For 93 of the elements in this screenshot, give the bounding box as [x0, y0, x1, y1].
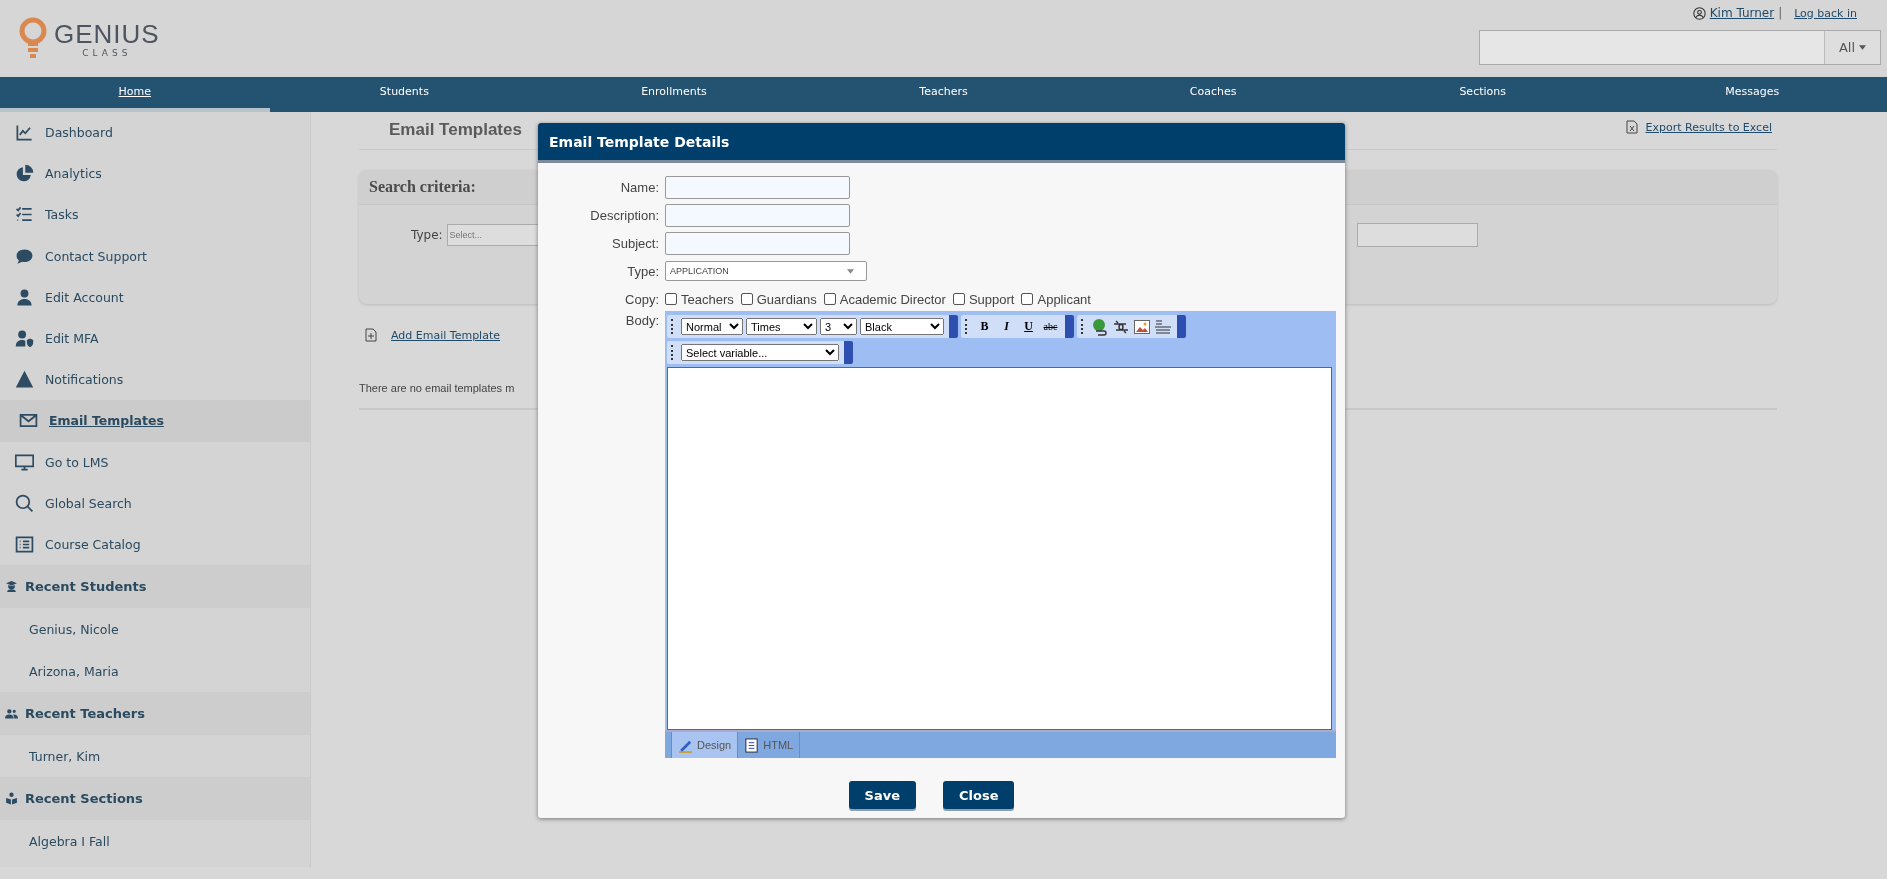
- nav-tab[interactable]: Enrollments: [539, 77, 809, 112]
- checkbox[interactable]: [952, 293, 965, 305]
- section-title: Recent Students: [25, 579, 147, 595]
- save-button[interactable]: Save: [848, 781, 916, 809]
- field-label: Description:: [589, 207, 660, 223]
- list-icon: [15, 534, 34, 554]
- editor-mode-tab[interactable]: Design: [671, 732, 739, 758]
- format-button[interactable]: B: [975, 317, 994, 336]
- recent-item-link[interactable]: Algebra I Fall: [0, 820, 310, 863]
- spreadsheet-file-icon: [1625, 120, 1638, 134]
- text-field[interactable]: [665, 231, 850, 255]
- format-select[interactable]: Black: [860, 318, 944, 335]
- text-field[interactable]: [665, 175, 850, 199]
- warning-icon: [15, 370, 34, 390]
- toolbar-overflow-handle[interactable]: [844, 341, 853, 364]
- sidebar-item[interactable]: Email Templates: [0, 400, 310, 442]
- sidebar-item[interactable]: Go to LMS: [0, 441, 310, 483]
- section-title: Recent Teachers: [25, 706, 145, 722]
- sidebar-item[interactable]: Notifications: [0, 359, 310, 401]
- sidebar-item[interactable]: Global Search: [0, 482, 310, 524]
- close-button[interactable]: Close: [942, 781, 1015, 809]
- nav-tab[interactable]: Teachers: [808, 77, 1079, 112]
- checkbox[interactable]: [665, 293, 677, 305]
- format-select[interactable]: Normal: [681, 318, 743, 335]
- sidebar-item[interactable]: Tasks: [0, 194, 310, 236]
- criteria-field[interactable]: [1356, 223, 1478, 247]
- nav-tab[interactable]: Sections: [1347, 77, 1618, 112]
- format-button[interactable]: abc: [1041, 317, 1060, 336]
- person-icon: [15, 287, 34, 307]
- type-label: Type:: [411, 228, 443, 242]
- recent-item-link[interactable]: Arizona, Maria: [0, 650, 310, 693]
- field-label: Name:: [619, 179, 660, 195]
- sidebar-item[interactable]: Contact Support: [0, 235, 310, 277]
- nav-tab[interactable]: Students: [269, 77, 540, 112]
- people-icon: [5, 707, 18, 721]
- checkbox-label: Academic Director: [839, 291, 946, 307]
- recent-item-link[interactable]: Genius, Nicole: [0, 608, 310, 651]
- add-file-icon: [365, 328, 377, 342]
- format-select[interactable]: Times: [746, 318, 817, 335]
- graduate-icon: [5, 580, 18, 594]
- type-dropdown[interactable]: APPLICATION: [665, 261, 867, 281]
- line-chart-icon: [15, 123, 34, 143]
- toolbar-overflow-handle[interactable]: [1065, 315, 1074, 338]
- checkbox-label: Support: [968, 291, 1015, 307]
- checkbox-label: Guardians: [756, 291, 817, 307]
- format-button[interactable]: I: [997, 317, 1016, 336]
- speech-bubble-icon: [15, 246, 34, 266]
- field-label: Copy:: [624, 291, 660, 307]
- section-title: Recent Sections: [25, 791, 143, 807]
- horizontal-rule-icon[interactable]: [1154, 317, 1172, 336]
- monitor-icon: [15, 452, 34, 472]
- toolbar-overflow-handle[interactable]: [1177, 315, 1186, 338]
- separator: |: [1778, 6, 1783, 20]
- sidebar-item[interactable]: Edit Account: [0, 276, 310, 318]
- field-label: Body:: [624, 313, 660, 328]
- sidebar-item[interactable]: Edit MFA: [0, 317, 310, 360]
- panel-title: Search criteria:: [369, 178, 476, 196]
- field-label: Subject:: [611, 235, 660, 251]
- nav-tab[interactable]: Messages: [1617, 77, 1887, 112]
- checkbox[interactable]: [823, 293, 836, 305]
- checkbox[interactable]: [740, 293, 753, 305]
- sidebar-item[interactable]: Course Catalog: [0, 523, 310, 566]
- variable-select[interactable]: Select variable...: [681, 344, 839, 361]
- text-field[interactable]: [665, 203, 850, 227]
- logo-name: GENIUS: [54, 19, 160, 48]
- caret-icon: [847, 268, 854, 274]
- page-title: Email Templates: [389, 120, 522, 141]
- user-name-link[interactable]: Kim Turner: [1709, 6, 1775, 20]
- modal-title: Email Template Details: [549, 133, 730, 150]
- person-book-icon: [5, 792, 18, 806]
- pie-chart-icon: [15, 164, 34, 184]
- export-link[interactable]: Export Results to Excel: [1645, 120, 1772, 134]
- document-icon: [744, 737, 760, 753]
- log-back-in-link[interactable]: Log back in: [1794, 6, 1857, 20]
- format-select[interactable]: 3: [820, 318, 857, 335]
- search-icon: [15, 493, 34, 513]
- field-label: Type:: [626, 263, 660, 279]
- image-icon[interactable]: [1133, 317, 1151, 336]
- checkbox[interactable]: [1021, 293, 1034, 305]
- toolbar-overflow-handle[interactable]: [949, 315, 958, 338]
- lightbulb-logo-icon: [18, 16, 48, 61]
- user-circle-icon: [1692, 6, 1706, 20]
- recent-item-link[interactable]: Turner, Kim: [0, 735, 310, 778]
- checkbox-label: Applicant: [1037, 291, 1091, 307]
- logo-tagline: CLASS: [82, 47, 132, 58]
- add-email-template-link[interactable]: Add Email Template: [391, 328, 500, 342]
- sidebar-item[interactable]: Dashboard: [0, 112, 310, 154]
- sidebar-item[interactable]: Analytics: [0, 153, 310, 195]
- person-shield-icon: [15, 329, 34, 349]
- checkbox-label: Teachers: [681, 291, 734, 307]
- format-button[interactable]: U: [1019, 317, 1038, 336]
- nav-tab[interactable]: Coaches: [1078, 77, 1348, 112]
- globe-link-icon[interactable]: [1091, 317, 1109, 336]
